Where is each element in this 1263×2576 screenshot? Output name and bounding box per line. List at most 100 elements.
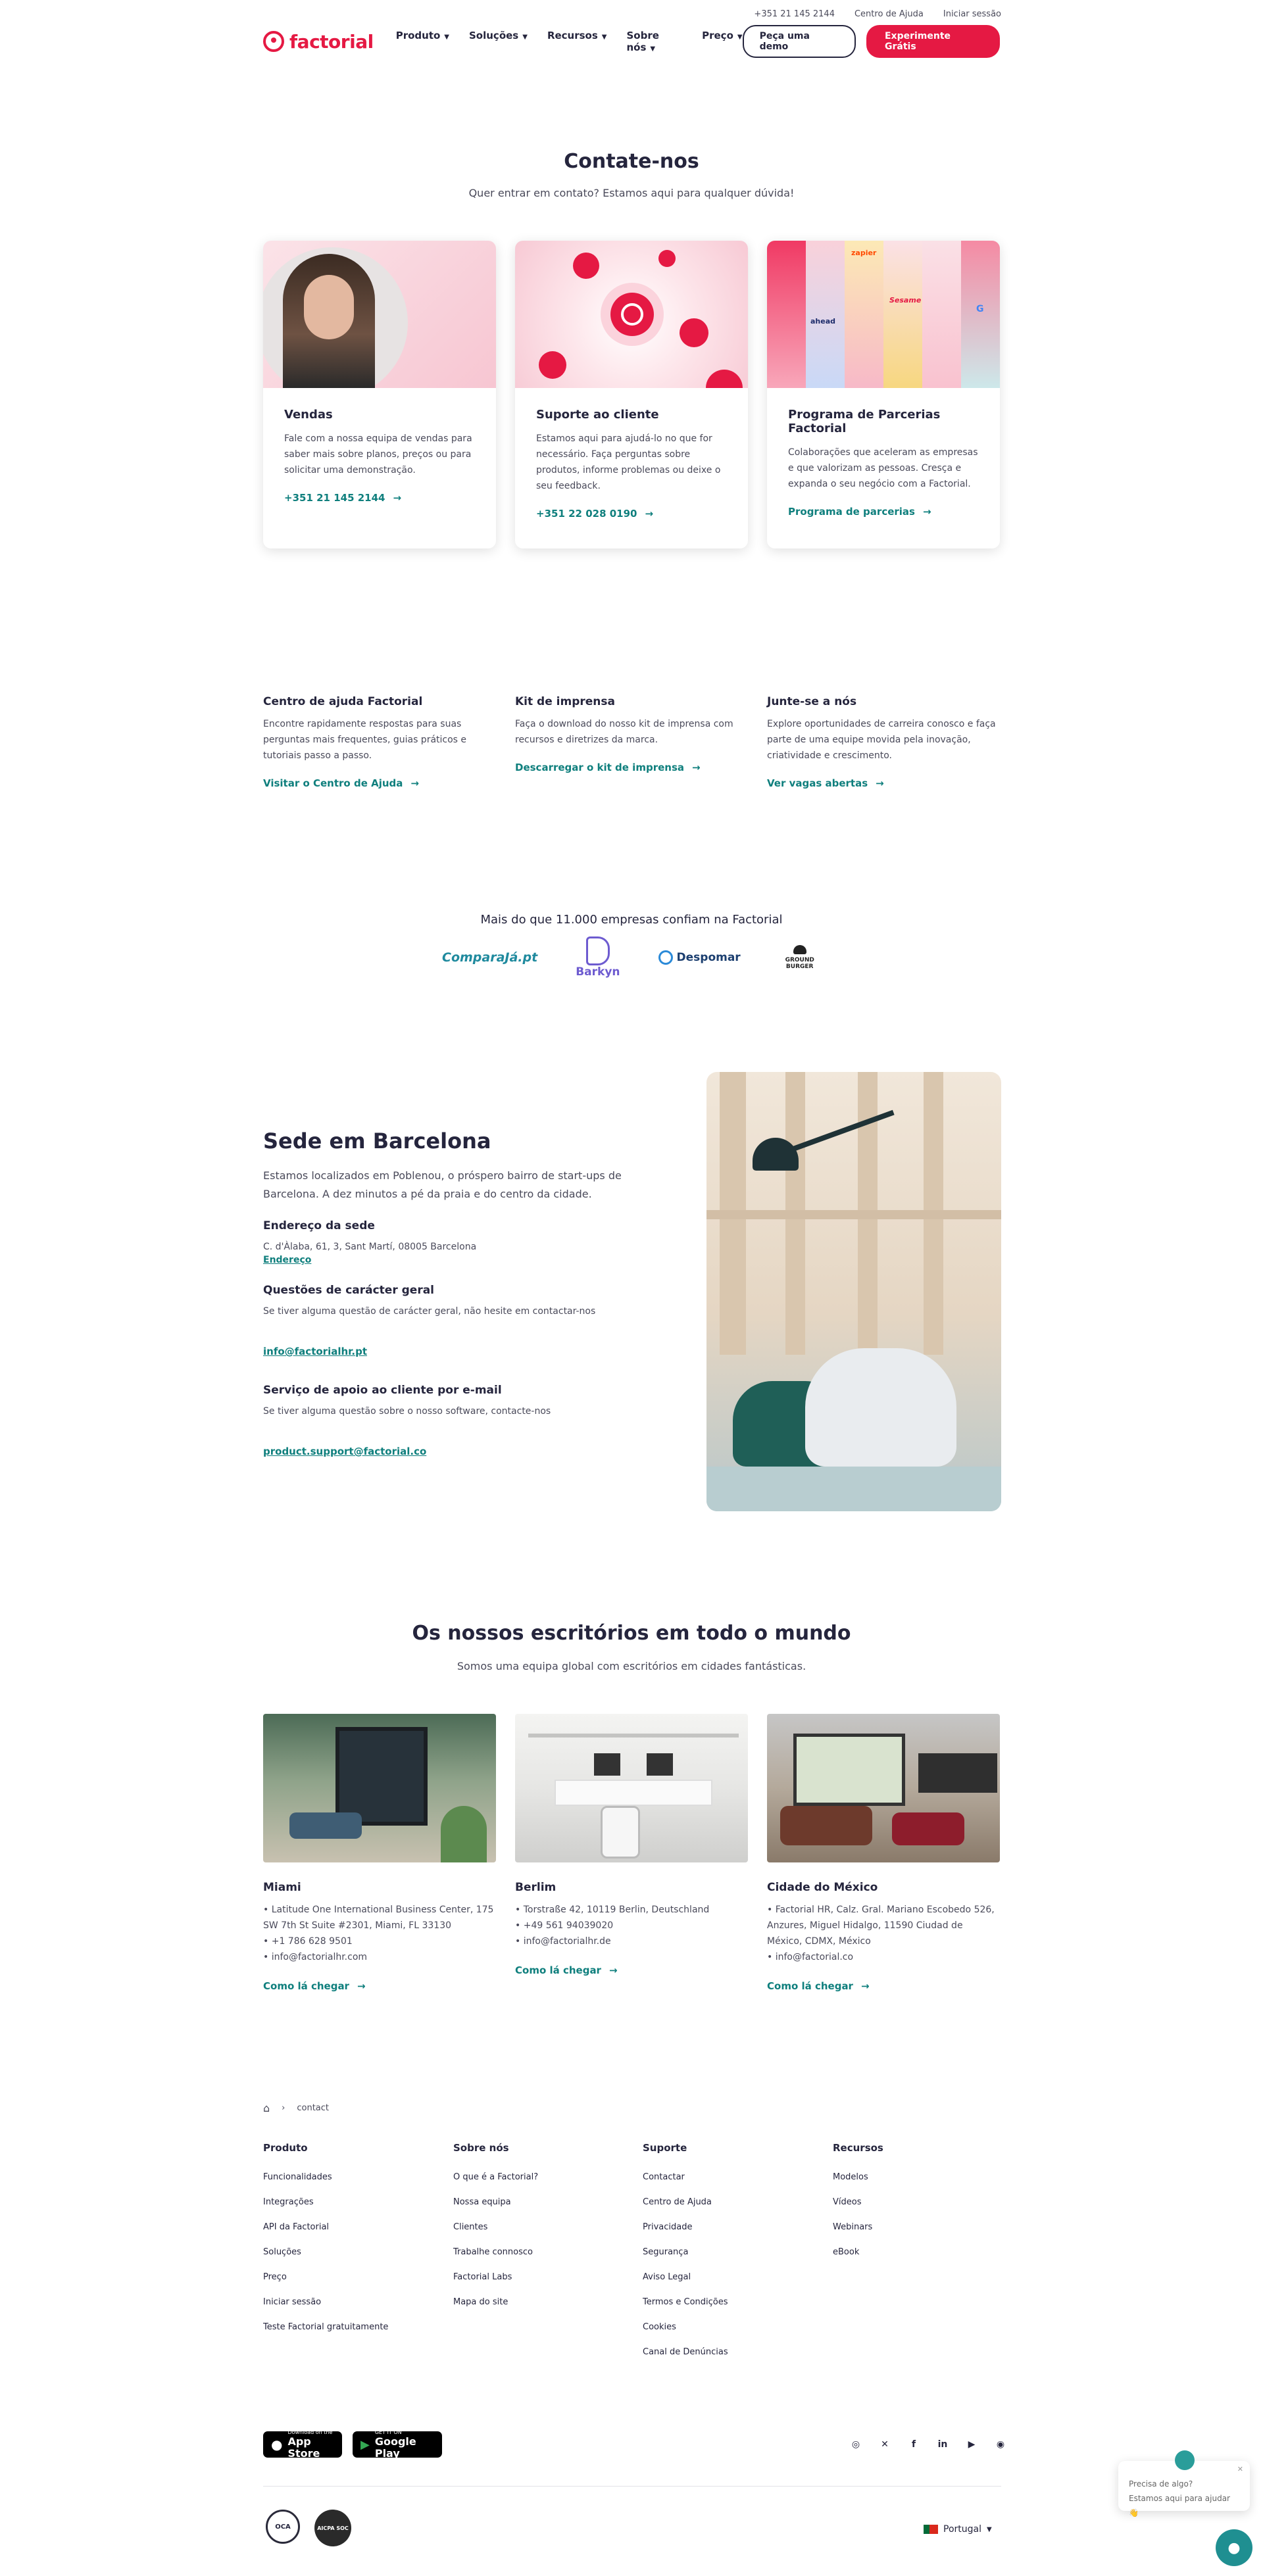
general-email-link[interactable]: info@factorialhr.pt <box>263 1346 632 1357</box>
link-label: Como lá chegar <box>263 1980 349 1992</box>
office-line: • +1 786 628 9501 <box>263 1936 353 1947</box>
footer-link[interactable]: Centro de Ajuda <box>643 2197 827 2207</box>
footer-link[interactable]: Termos e Condições <box>643 2297 827 2307</box>
link-label: Visitar o Centro de Ajuda <box>263 777 403 789</box>
footer-link[interactable]: Contactar <box>643 2172 827 2182</box>
free-trial-button[interactable]: Experimente Grátis <box>866 25 1000 58</box>
footer-link[interactable]: Canal de Denúncias <box>643 2347 827 2357</box>
footer-link[interactable]: Teste Factorial gratuitamente <box>263 2322 447 2332</box>
podcast-icon[interactable]: ◉ <box>993 2437 1008 2452</box>
berlin-directions-link[interactable]: Como lá chegar → <box>515 1964 618 1976</box>
nav-label: Soluções <box>469 30 519 41</box>
footer-link[interactable]: Cookies <box>643 2322 827 2332</box>
youtube-icon[interactable]: ▶ <box>964 2437 979 2452</box>
despomar-logo: Despomar <box>658 950 741 965</box>
footer-link[interactable]: Factorial Labs <box>453 2272 637 2282</box>
barcelona-office-photo <box>706 1072 1001 1511</box>
customer-logos: ComparaJá.pt Barkyn Despomar GROUND BURG… <box>442 936 821 979</box>
top-utility-bar: +351 21 145 2144 Centro de Ajuda Iniciar… <box>754 9 1001 19</box>
linkedin-icon[interactable]: in <box>935 2437 950 2452</box>
nav-label: Produto <box>395 30 441 41</box>
footer-link[interactable]: Vídeos <box>833 2197 1017 2207</box>
miami-directions-link[interactable]: Como lá chegar → <box>263 1980 366 1992</box>
link-label: +351 21 145 2144 <box>284 492 385 504</box>
support-phone-link[interactable]: +351 22 028 0190 → <box>536 508 653 520</box>
nav-menu: Produto ▼ Soluções ▼ Recursos ▼ Sobre nós ▼ … <box>396 30 743 53</box>
footer-link[interactable]: API da Factorial <box>263 2222 447 2232</box>
footer-link[interactable]: Integrações <box>263 2197 447 2207</box>
chat-launcher-button[interactable]: ● <box>1216 2529 1252 2566</box>
address-link[interactable]: Endereço <box>263 1255 632 1265</box>
store-big-text: App Store <box>287 2435 320 2460</box>
nav-item-recursos[interactable]: Recursos ▼ <box>547 30 607 53</box>
facebook-icon[interactable]: f <box>906 2437 921 2452</box>
footer-link[interactable]: Webinars <box>833 2222 1017 2232</box>
footer-link[interactable]: Clientes <box>453 2222 637 2232</box>
x-twitter-icon[interactable]: ✕ <box>878 2437 892 2452</box>
chevron-down-icon: ▼ <box>601 34 607 41</box>
block-text: Encontre rapidamente respostas para suas… <box>263 719 467 761</box>
language-label: Portugal <box>943 2524 981 2535</box>
barkyn-logo: Barkyn <box>576 936 620 979</box>
footer-link[interactable]: eBook <box>833 2247 1017 2257</box>
footer-link[interactable]: Mapa do site <box>453 2297 637 2307</box>
nav-item-produto[interactable]: Produto ▼ <box>396 30 449 53</box>
footer-link[interactable]: Trabalhe connosco <box>453 2247 637 2257</box>
footer-link[interactable]: Nossa equipa <box>453 2197 637 2207</box>
mexico-directions-link[interactable]: Como lá chegar → <box>767 1980 870 1992</box>
phone-link[interactable]: +351 21 145 2144 <box>754 9 835 19</box>
office-line: • Torstraße 42, 10119 Berlin, Deutschlan… <box>515 1905 710 1915</box>
app-store-button[interactable]: ● Download on the App Store <box>263 2429 342 2460</box>
instagram-icon[interactable]: ◎ <box>849 2437 863 2452</box>
sales-image <box>263 241 496 388</box>
press-kit-block: Kit de imprensa Faça o download do nosso… <box>515 695 752 773</box>
footer-column-title: Sobre nós <box>453 2142 509 2154</box>
home-icon[interactable]: ⌂ <box>263 2102 270 2114</box>
office-line: • Factorial HR, Calz. Gral. Mariano Esco… <box>767 1905 995 1947</box>
footer-column-resources: Recursos Modelos Vídeos Webinars eBook <box>833 2142 1017 2272</box>
burger-icon <box>793 945 806 954</box>
link-label: Descarregar o kit de imprensa <box>515 762 684 773</box>
support-card: Suporte ao cliente Estamos aqui para aju… <box>515 241 748 548</box>
nav-item-sobre-nos[interactable]: Sobre nós ▼ <box>627 30 683 53</box>
hq-title: Sede em Barcelona <box>263 1129 491 1154</box>
link-label: Como lá chegar <box>767 1980 853 1992</box>
partners-program-link[interactable]: Programa de parcerias → <box>788 506 931 518</box>
footer-link[interactable]: Privacidade <box>643 2222 827 2232</box>
footer-link[interactable]: O que é a Factorial? <box>453 2172 637 2182</box>
footer-link[interactable]: Iniciar sessão <box>263 2297 447 2307</box>
footer-link[interactable]: Aviso Legal <box>643 2272 827 2282</box>
despomar-logo-icon <box>658 950 673 965</box>
nav-item-preco[interactable]: Preço ▼ <box>702 30 742 53</box>
footer-link[interactable]: Funcionalidades <box>263 2172 447 2182</box>
open-positions-link[interactable]: Ver vagas abertas → <box>767 777 884 789</box>
login-link[interactable]: Iniciar sessão <box>943 9 1001 19</box>
help-center-link[interactable]: Centro de Ajuda <box>854 9 924 19</box>
footer-link[interactable]: Segurança <box>643 2247 827 2257</box>
nav-item-solucoes[interactable]: Soluções ▼ <box>469 30 528 53</box>
offices-subtitle: Somos uma equipa global com escritórios … <box>457 1660 806 1672</box>
office-line: • info@factorialhr.de <box>515 1936 611 1947</box>
close-icon[interactable]: ✕ <box>1237 2465 1243 2473</box>
footer-link[interactable]: Preço <box>263 2272 447 2282</box>
download-press-kit-link[interactable]: Descarregar o kit de imprensa → <box>515 762 701 773</box>
support-image <box>515 241 748 388</box>
partners-image: zapier Sesame ahead G <box>767 241 1000 388</box>
support-email-link[interactable]: product.support@factorial.co <box>263 1446 632 1457</box>
ahead-logo: ahead <box>810 317 836 326</box>
breadcrumb-current: contact <box>297 2103 330 2113</box>
footer-link[interactable]: Soluções <box>263 2247 447 2257</box>
nav-label: Recursos <box>547 30 598 41</box>
despomar-logo-text: Despomar <box>676 951 741 964</box>
language-selector[interactable]: Portugal ▼ <box>924 2524 992 2535</box>
chevron-down-icon: ▼ <box>986 2525 992 2533</box>
footer-link[interactable]: Modelos <box>833 2172 1017 2182</box>
google-play-button[interactable]: ▶ GET IT ON Google Play <box>353 2429 442 2460</box>
visit-help-center-link[interactable]: Visitar o Centro de Ajuda → <box>263 777 419 789</box>
google-play-icon: ▶ <box>360 2437 370 2452</box>
sales-phone-link[interactable]: +351 21 145 2144 → <box>284 492 401 504</box>
footer-column-support: Suporte Contactar Centro de Ajuda Privac… <box>643 2142 827 2372</box>
request-demo-button[interactable]: Peça uma demo <box>742 25 856 58</box>
factorial-logo[interactable]: factorial <box>263 31 374 53</box>
ground-burger-logo-text: GROUND BURGER <box>785 957 814 970</box>
